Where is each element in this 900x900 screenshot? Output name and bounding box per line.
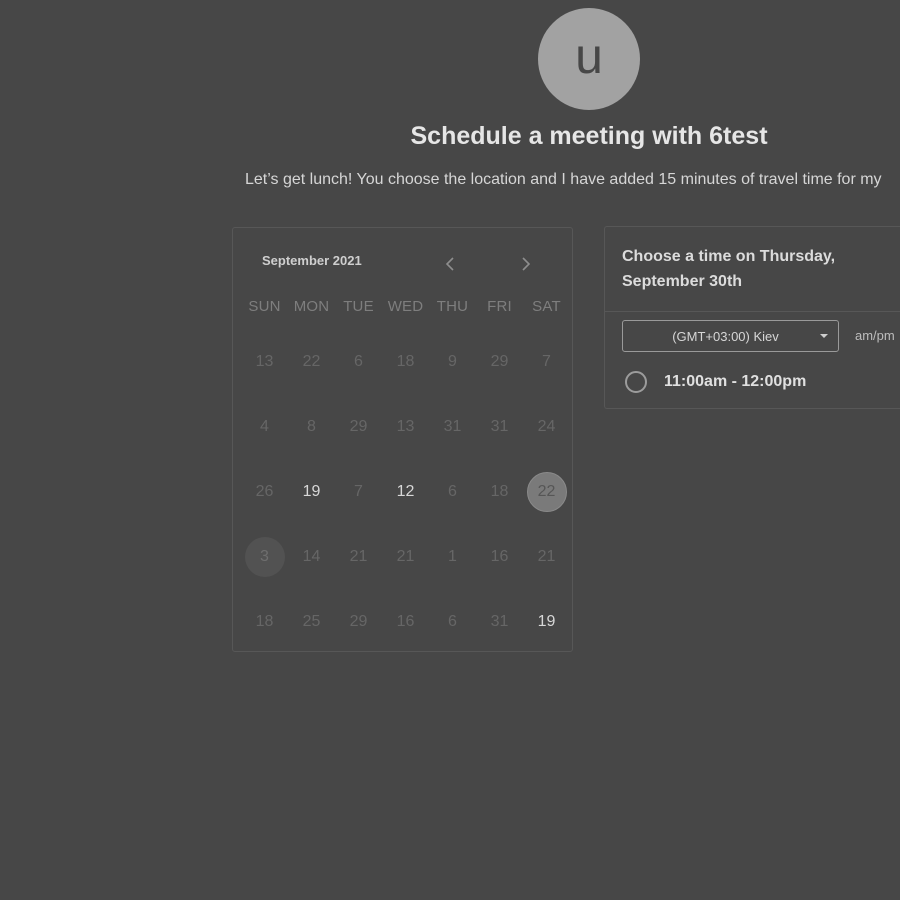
- day-cell: 18: [241, 589, 288, 654]
- day-number: 22: [302, 352, 321, 370]
- day-cell: 22: [288, 329, 335, 394]
- day-number: 7: [354, 482, 363, 500]
- day-number: 8: [307, 417, 316, 435]
- day-cell[interactable]: 19: [288, 459, 335, 524]
- next-month-button[interactable]: [515, 252, 537, 276]
- time-slot-option[interactable]: 11:00am - 12:00pm: [625, 371, 806, 393]
- radio-icon[interactable]: [625, 371, 647, 393]
- today-day-cell[interactable]: 3: [241, 524, 288, 589]
- time-slot-label: 11:00am - 12:00pm: [664, 373, 807, 390]
- day-number: 29: [349, 417, 368, 435]
- day-cell: 25: [288, 589, 335, 654]
- day-cell: 24: [523, 394, 570, 459]
- day-cell: 8: [288, 394, 335, 459]
- day-cell: 31: [429, 394, 476, 459]
- day-cell: 6: [429, 459, 476, 524]
- day-cell: 29: [335, 394, 382, 459]
- day-number: 7: [542, 352, 551, 370]
- weekday-header: SUN MON TUE WED THU FRI SAT: [241, 298, 571, 315]
- day-number: 18: [396, 352, 415, 370]
- day-cell: 4: [241, 394, 288, 459]
- day-cell: 21: [335, 524, 382, 589]
- day-number: 22: [526, 471, 567, 512]
- calendar-panel: September 2021 SUN MON TUE WED THU FRI SAT 13 2…: [232, 227, 573, 652]
- day-number: 3: [244, 536, 285, 577]
- day-cell: 29: [335, 589, 382, 654]
- time-picker-panel: Choose a time on Thursday, September 30t…: [604, 226, 900, 409]
- weekday-label: SAT: [532, 298, 561, 315]
- time-picker-heading: Choose a time on Thursday, September 30t…: [622, 248, 836, 290]
- day-cell: 21: [382, 524, 429, 589]
- day-cell: 9: [429, 329, 476, 394]
- day-number: 18: [490, 482, 509, 500]
- host-avatar: u: [538, 8, 640, 110]
- day-cell: 1: [429, 524, 476, 589]
- weekday-label: WED: [387, 298, 424, 315]
- day-number: 6: [448, 612, 457, 630]
- day-number: 19: [537, 612, 556, 630]
- timezone-value: (GMT+03:00) Kiev: [672, 328, 779, 344]
- day-number: 29: [349, 612, 368, 630]
- selected-day-cell[interactable]: 22: [523, 459, 570, 524]
- weekday-label: FRI: [487, 298, 512, 315]
- day-number: 19: [302, 482, 321, 500]
- day-cell: 13: [241, 329, 288, 394]
- day-number: 31: [490, 612, 509, 630]
- previous-month-button[interactable]: [439, 252, 461, 276]
- month-label: September 2021: [262, 253, 362, 268]
- day-cell: 31: [476, 394, 523, 459]
- divider: [605, 311, 900, 312]
- time-format-toggle[interactable]: am/pm: [855, 328, 895, 343]
- meeting-description: Let’s get lunch! You choose the location…: [245, 171, 882, 188]
- weekday-label: MON: [293, 298, 330, 315]
- weekday-label: SUN: [248, 298, 281, 315]
- day-cell: 16: [476, 524, 523, 589]
- day-cell[interactable]: 19: [523, 589, 570, 654]
- day-cell: 18: [476, 459, 523, 524]
- day-number: 21: [537, 547, 556, 565]
- day-cell: 6: [335, 329, 382, 394]
- day-cell: 26: [241, 459, 288, 524]
- day-number: 13: [396, 417, 415, 435]
- weekday-label: THU: [436, 298, 469, 315]
- day-cell: 31: [476, 589, 523, 654]
- day-number: 21: [349, 547, 368, 565]
- day-number: 9: [448, 352, 457, 370]
- caret-down-icon: [820, 334, 828, 338]
- day-number: 24: [537, 417, 556, 435]
- day-cell: 7: [335, 459, 382, 524]
- day-number: 31: [443, 417, 462, 435]
- day-cell[interactable]: 12: [382, 459, 429, 524]
- day-cell: 13: [382, 394, 429, 459]
- day-number: 13: [255, 352, 274, 370]
- day-number: 12: [396, 482, 415, 500]
- day-cell: 18: [382, 329, 429, 394]
- page-title: Schedule a meeting with 6test: [410, 122, 768, 150]
- day-number: 25: [302, 612, 321, 630]
- day-number: 18: [255, 612, 274, 630]
- day-number: 16: [396, 612, 415, 630]
- day-cell: 21: [523, 524, 570, 589]
- day-cell: 7: [523, 329, 570, 394]
- day-number: 14: [302, 547, 321, 565]
- day-number: 21: [396, 547, 415, 565]
- day-number: 31: [490, 417, 509, 435]
- day-number: 4: [260, 417, 269, 435]
- day-cell: 29: [476, 329, 523, 394]
- day-grid: 13 22 6 18 9 29 7 4 8 29 13 31 31 24 26 19 7 12 6 18 22 3 14 21…: [241, 329, 571, 654]
- chevron-right-icon: [522, 257, 531, 271]
- day-number: 29: [490, 352, 509, 370]
- day-number: 1: [448, 547, 457, 565]
- day-cell: 16: [382, 589, 429, 654]
- weekday-label: TUE: [343, 298, 374, 315]
- day-number: 26: [255, 482, 274, 500]
- day-number: 16: [490, 547, 509, 565]
- day-number: 6: [448, 482, 457, 500]
- day-number: 6: [354, 352, 363, 370]
- day-cell: 6: [429, 589, 476, 654]
- day-cell: 14: [288, 524, 335, 589]
- timezone-select[interactable]: (GMT+03:00) Kiev: [622, 320, 839, 352]
- chevron-left-icon: [445, 257, 454, 271]
